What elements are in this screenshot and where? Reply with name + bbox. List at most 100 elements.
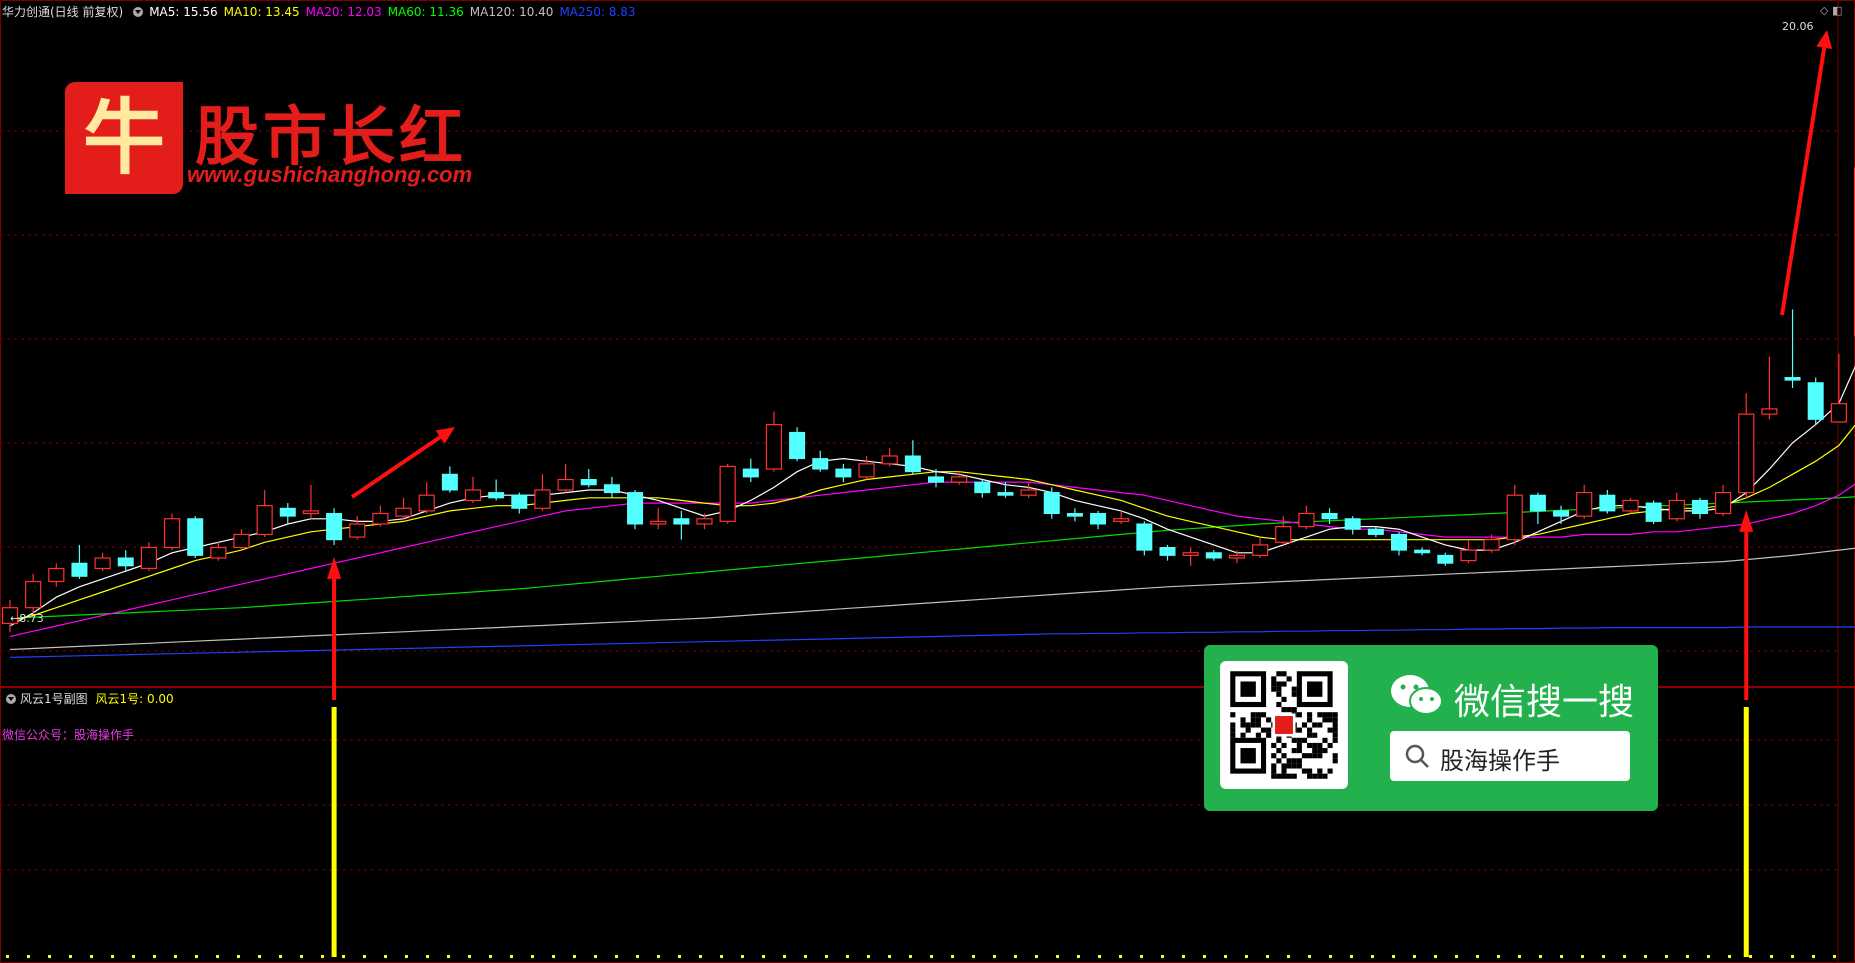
bottom-dot xyxy=(762,955,765,958)
bottom-dot xyxy=(1119,955,1122,958)
bottom-dot xyxy=(531,955,534,958)
ma-legend-2: MA20: 12.03 xyxy=(305,5,382,19)
candle-body xyxy=(1228,554,1246,559)
bottom-dot xyxy=(132,955,135,958)
qr-module xyxy=(1307,727,1313,733)
qr-module xyxy=(1296,763,1302,769)
candle-body xyxy=(1599,494,1616,512)
ma-legend-5: MA250: 8.83 xyxy=(559,5,636,19)
qr-module xyxy=(1307,742,1313,749)
candle-body xyxy=(71,562,88,577)
bottom-dot xyxy=(405,955,408,958)
bottom-dot xyxy=(1287,955,1290,958)
bottom-dot xyxy=(1056,955,1059,958)
candle-body xyxy=(511,494,528,509)
bottom-dot xyxy=(69,955,72,958)
bottom-dot xyxy=(1329,955,1332,958)
bottom-dot xyxy=(447,955,450,958)
candle-body xyxy=(1506,494,1523,541)
wechat-search-title: 微信搜一搜 xyxy=(1454,682,1635,723)
qr-module xyxy=(1296,737,1302,743)
candle-body xyxy=(1529,494,1546,512)
qr-module xyxy=(1276,691,1282,697)
bottom-dot xyxy=(636,955,639,958)
bottom-dot xyxy=(615,955,618,958)
qr-module xyxy=(1276,671,1282,677)
bottom-dot xyxy=(1518,955,1521,958)
qr-module xyxy=(1291,748,1297,754)
candle-body xyxy=(1275,525,1292,543)
candle-body xyxy=(1553,510,1570,517)
qr-module xyxy=(1317,722,1323,728)
qr-module xyxy=(1312,732,1318,738)
candle-body xyxy=(1807,382,1824,420)
candle-body xyxy=(1761,408,1778,415)
qr-module xyxy=(1255,712,1261,718)
bottom-dot xyxy=(783,955,786,958)
bottom-dot xyxy=(1770,955,1773,958)
candle-body xyxy=(256,505,273,536)
qr-center-logo xyxy=(1272,713,1296,737)
settings-dropdown-icon[interactable] xyxy=(133,6,144,17)
qr-module xyxy=(1271,773,1277,779)
bottom-dot xyxy=(804,955,807,958)
qr-module xyxy=(1296,748,1302,754)
qr-module xyxy=(1286,773,1292,779)
qr-module xyxy=(1240,732,1246,738)
ma-legend-0: MA5: 15.56 xyxy=(149,5,218,19)
qr-module xyxy=(1317,773,1323,779)
qr-finder xyxy=(1240,748,1256,764)
qr-module xyxy=(1317,748,1323,754)
wechat-search-box[interactable]: 股海操作手 xyxy=(1390,731,1630,781)
qr-module xyxy=(1291,773,1297,779)
candle-body xyxy=(464,489,482,502)
bottom-dot xyxy=(657,955,660,958)
qr-module xyxy=(1276,748,1282,754)
qr-module xyxy=(1281,671,1287,677)
sub-panel-header: 风云1号副图 风云1号: 0.00 xyxy=(2,690,174,707)
candle-body xyxy=(812,458,829,470)
qr-module xyxy=(1266,717,1272,723)
indicator-value: 风云1号: 0.00 xyxy=(95,692,174,706)
candle-body xyxy=(881,455,898,465)
bottom-dot xyxy=(1476,955,1479,958)
qr-module xyxy=(1301,753,1308,759)
bottom-dot xyxy=(1602,955,1605,958)
qr-module xyxy=(1230,722,1236,728)
bottom-dot xyxy=(1791,955,1794,958)
candle-body xyxy=(928,476,944,483)
bottom-dot xyxy=(1308,955,1311,958)
bottom-dot xyxy=(216,955,219,958)
qr-module xyxy=(1266,727,1272,733)
qr-module xyxy=(1245,722,1251,728)
qr-module xyxy=(1307,768,1313,774)
bottom-dot xyxy=(426,955,429,958)
candle-body xyxy=(997,492,1014,496)
sub-panel-title: 风云1号副图 xyxy=(20,692,88,706)
candle-body xyxy=(974,481,991,494)
candle-body xyxy=(395,507,412,517)
candle-body xyxy=(858,463,875,478)
bottom-dot xyxy=(972,955,975,958)
qr-module xyxy=(1296,727,1302,733)
bottom-dot xyxy=(1686,955,1689,958)
qr-module xyxy=(1255,722,1261,728)
sub-panel-dropdown-icon[interactable] xyxy=(6,693,16,704)
corner-controls[interactable]: ◇ ◧ xyxy=(1820,4,1842,17)
logo-url: www.gushichanghong.com xyxy=(187,162,473,187)
qr-module xyxy=(1332,753,1338,759)
bottom-dot xyxy=(720,955,723,958)
qr-module xyxy=(1286,676,1292,682)
bottom-dot xyxy=(1350,955,1353,958)
candle-body xyxy=(372,512,389,525)
qr-module xyxy=(1291,686,1297,692)
wechat-search-text: 股海操作手 xyxy=(1440,747,1560,775)
qr-module xyxy=(1291,737,1297,743)
candle-body xyxy=(1622,499,1639,512)
bottom-dot xyxy=(930,955,933,958)
candle-body xyxy=(1159,547,1176,556)
candle-body xyxy=(673,518,690,525)
qr-module xyxy=(1332,737,1338,743)
candle-body xyxy=(951,476,968,483)
candle-body xyxy=(94,557,111,570)
